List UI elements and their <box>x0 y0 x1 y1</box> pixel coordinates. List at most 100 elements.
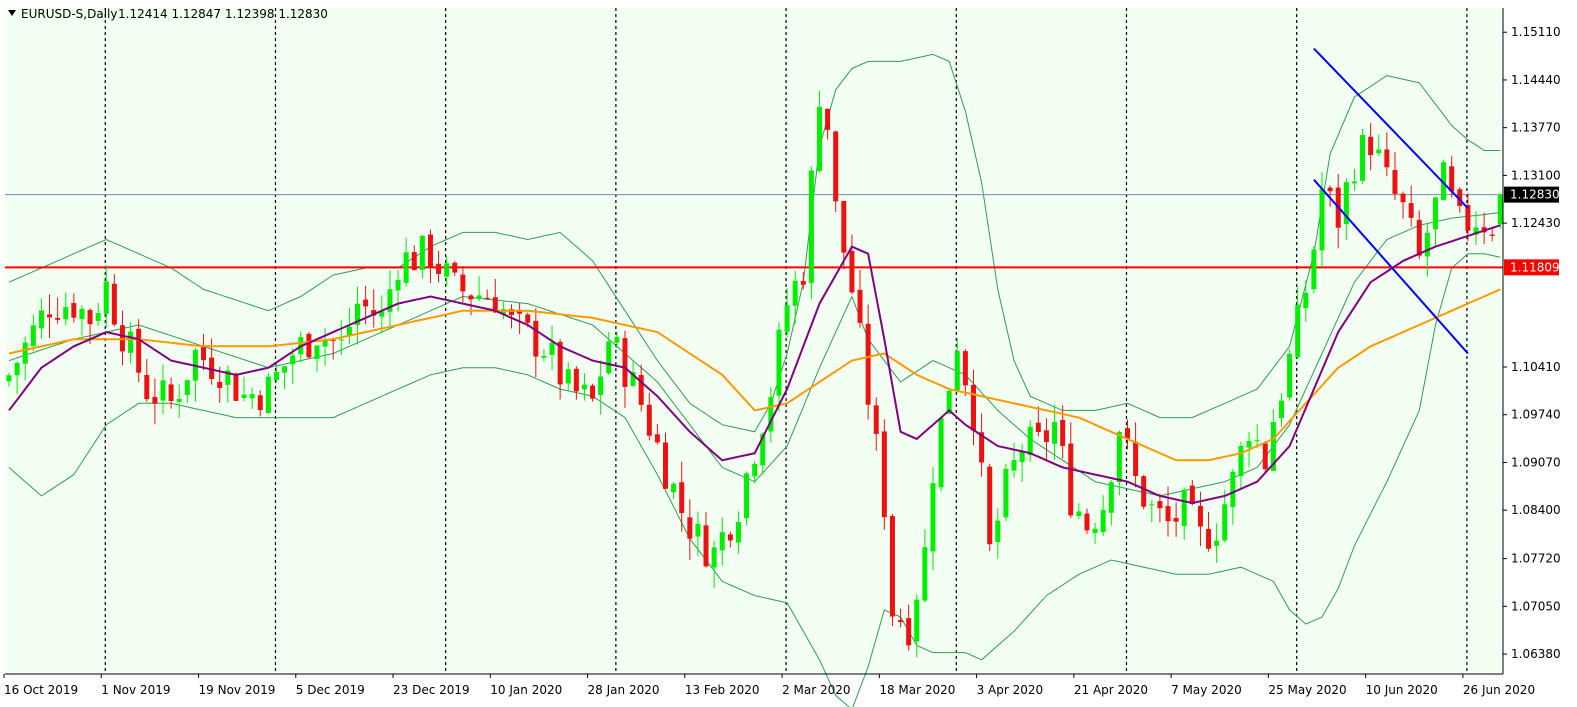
time-tick-label: 10 Jun 2020 <box>1366 683 1438 697</box>
time-tick-label: 26 Jun 2020 <box>1463 683 1535 697</box>
candle-bull <box>614 336 620 343</box>
time-tick-label: 5 Dec 2019 <box>296 683 365 697</box>
candle-bull <box>1432 197 1438 230</box>
candle-bear <box>687 517 693 539</box>
time-tick-label: 23 Dec 2019 <box>393 683 470 697</box>
candle-bear <box>1060 419 1066 446</box>
chart-svg[interactable]: 1.15110 1.14440 1.13770 1.13100 1.12430 1.104… <box>0 0 1577 707</box>
price-chart[interactable]: 1.15110 1.14440 1.13770 1.13100 1.12430 1.104… <box>0 0 1577 707</box>
symbol-label: EURUSD-S,Daily <box>21 7 117 21</box>
candle-bear <box>47 314 53 318</box>
candle-bull <box>1246 440 1252 448</box>
candle-bear <box>557 341 563 385</box>
candle-bear <box>306 333 312 358</box>
time-tick-label: 2 Mar 2020 <box>782 683 850 697</box>
price-tick-label: 1.13100 <box>1511 168 1561 182</box>
candle-bear <box>452 262 458 273</box>
candle-bull <box>1076 511 1082 516</box>
candle-bear <box>1197 505 1203 527</box>
candle-bear <box>865 323 871 405</box>
time-tick-label: 21 Apr 2020 <box>1074 683 1148 697</box>
price-tick-label: 1.10410 <box>1511 360 1561 374</box>
candle-bear <box>800 280 806 285</box>
price-tick-label: 1.08400 <box>1511 503 1561 517</box>
candle-bear <box>646 404 652 436</box>
candle-bull <box>444 263 450 277</box>
candle-bull <box>476 295 482 299</box>
candle-bear <box>849 250 855 293</box>
candle-bear <box>1465 204 1471 231</box>
time-tick-label: 18 Mar 2020 <box>879 683 955 697</box>
candle-bull <box>930 483 936 552</box>
candle-bear <box>857 289 863 323</box>
candle-bull <box>1497 194 1503 225</box>
price-tick-label: 1.07050 <box>1511 599 1561 613</box>
candle-bear <box>987 466 993 545</box>
candle-bull <box>1278 400 1284 419</box>
candle-bear <box>1173 517 1179 522</box>
candle-bull <box>792 280 798 306</box>
candle-bull <box>1230 471 1236 508</box>
candle-bear <box>411 252 417 271</box>
candle-bull <box>6 375 12 382</box>
candle-bear <box>703 525 709 567</box>
candle-bull <box>1149 504 1155 506</box>
candle-bear <box>1262 443 1268 470</box>
candle-bull <box>184 380 190 395</box>
candle-bear <box>460 274 466 292</box>
candle-bull <box>22 342 28 364</box>
candle-bear <box>525 314 531 323</box>
candle-bear <box>1141 476 1147 507</box>
candle-bear <box>1449 166 1455 192</box>
candle-bull <box>581 384 587 390</box>
candle-bull <box>735 521 741 543</box>
candle-bear <box>144 374 150 400</box>
candle-bear <box>898 620 904 623</box>
candle-bear <box>55 317 61 320</box>
candle-bull <box>1287 353 1293 398</box>
candle-bear <box>622 338 628 387</box>
candle-bull <box>1424 232 1430 257</box>
candle-bull <box>549 342 555 355</box>
time-tick-label: 3 Apr 2020 <box>977 683 1044 697</box>
candle-bull <box>30 325 36 347</box>
candle-bear <box>1157 501 1163 509</box>
candle-bull <box>744 473 750 519</box>
time-tick-label: 19 Nov 2019 <box>199 683 276 697</box>
candle-bear <box>833 131 839 202</box>
candle-bull <box>1303 292 1309 309</box>
candle-bull <box>282 366 288 373</box>
candle-bear <box>1416 219 1422 256</box>
candle-bear <box>590 385 596 399</box>
candle-bear <box>1165 506 1171 522</box>
candle-bear <box>727 534 733 541</box>
candle-bull <box>14 363 20 376</box>
candle-bull <box>38 310 44 329</box>
candle-bull <box>817 106 822 171</box>
candle-bear <box>427 234 433 268</box>
candle-bull <box>752 463 758 477</box>
plot-area <box>5 8 1503 674</box>
time-tick-label: 7 May 2020 <box>1171 683 1242 697</box>
candle-bear <box>654 434 660 443</box>
candle-bull <box>338 339 344 341</box>
candle-bull <box>1027 426 1033 456</box>
candle-bull <box>419 235 425 270</box>
price-tick-label: 1.09740 <box>1511 408 1561 422</box>
candle-bull <box>695 523 701 537</box>
price-tick-label: 1.14440 <box>1511 73 1561 87</box>
candle-bull <box>290 355 296 365</box>
candle-bull <box>395 280 401 291</box>
candle-bull <box>128 331 134 353</box>
candle-bull <box>719 532 725 551</box>
candle-bull <box>606 341 612 374</box>
candle-bull <box>808 170 814 284</box>
candle-bull <box>598 376 604 396</box>
candle-bull <box>249 394 255 399</box>
price-tick-label: 1.12430 <box>1511 216 1561 230</box>
candle-bear <box>1392 169 1398 194</box>
candle-bear <box>962 351 968 386</box>
price-tick-label: 1.13770 <box>1511 121 1561 135</box>
candle-bull <box>403 252 409 283</box>
time-tick-label: 13 Feb 2020 <box>685 683 760 697</box>
